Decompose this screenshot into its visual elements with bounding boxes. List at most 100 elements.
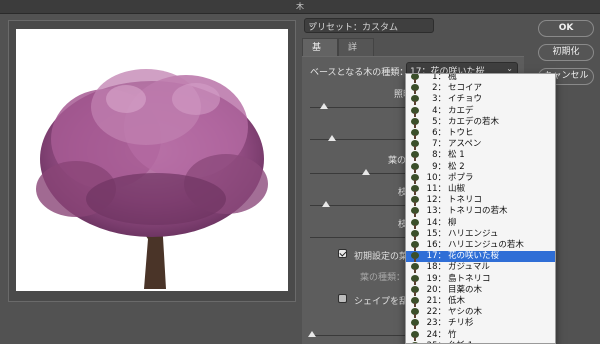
tree-thumbnail-icon xyxy=(410,117,420,128)
tree-type-option[interactable]: 17： 花の咲いた桜 xyxy=(406,251,555,263)
tree-type-number: 9： xyxy=(432,161,446,172)
tree-type-number: 19： xyxy=(426,273,446,284)
tree-type-name: 松 1 xyxy=(448,150,465,161)
tree-thumbnail-icon xyxy=(410,229,420,240)
tree-type-option[interactable]: 1：楓 xyxy=(406,73,555,83)
tree-type-name: カエデの若木 xyxy=(448,116,500,127)
tree-type-option[interactable]: 10： ポプラ xyxy=(406,172,555,184)
slider-thumb-4[interactable] xyxy=(322,201,330,207)
tree-type-number: 22： xyxy=(426,307,446,318)
tree-type-number: 24： xyxy=(426,329,446,340)
tree-preview xyxy=(16,29,288,291)
chevron-down-icon: ⌄ xyxy=(506,64,513,73)
tree-type-number: 21： xyxy=(426,296,446,306)
tree-type-name: 柳 xyxy=(448,217,457,228)
tree-type-number: 14： xyxy=(426,217,446,228)
tree-type-number: 5： xyxy=(432,116,446,127)
tree-type-name: トネリコの若木 xyxy=(448,206,508,217)
slider-thumb-1[interactable] xyxy=(320,103,328,109)
tree-type-option[interactable]: 20： 目薬の木 xyxy=(406,284,555,296)
tree-type-number: 23： xyxy=(426,318,446,329)
randomize-checkbox[interactable] xyxy=(338,294,347,303)
tree-type-option[interactable]: 14：柳 xyxy=(406,217,555,229)
tree-type-number: 12： xyxy=(426,195,446,206)
tree-thumbnail-icon xyxy=(410,74,420,83)
slider-thumb-2[interactable] xyxy=(328,135,336,141)
slider-thumb-3[interactable] xyxy=(362,169,370,175)
tree-thumbnail-icon xyxy=(410,173,420,184)
tree-type-option[interactable]: 18： ガジュマル xyxy=(406,262,555,274)
tree-type-name: 竹 xyxy=(448,329,457,340)
tree-type-number: 17： xyxy=(426,251,446,262)
window-title: 木 xyxy=(0,0,600,14)
tree-type-option[interactable]: 9：松 2 xyxy=(406,161,555,173)
tree-thumbnail-icon xyxy=(410,274,420,285)
tree-type-option[interactable]: 19： 島トネリコ xyxy=(406,273,555,285)
tree-type-option[interactable]: 4： カエデ xyxy=(406,105,555,117)
tree-thumbnail-icon xyxy=(410,95,420,106)
tree-type-option[interactable]: 3： イチョウ xyxy=(406,94,555,106)
tree-thumbnail-icon xyxy=(410,263,420,274)
ok-button[interactable]: OK xyxy=(538,20,594,37)
tree-type-option[interactable]: 12： トネリコ xyxy=(406,195,555,207)
tree-thumbnail-icon xyxy=(410,106,420,117)
tree-type-name: 松 2 xyxy=(448,161,465,172)
tree-type-name: 低木 xyxy=(448,296,466,306)
chevron-down-icon: ⌄ xyxy=(308,20,315,29)
tree-thumbnail-icon xyxy=(410,218,420,229)
tree-type-option[interactable]: 16： ハリエンジュの若木 xyxy=(406,240,555,251)
tree-thumbnail-icon xyxy=(410,162,420,173)
tree-thumbnail-icon xyxy=(410,129,420,139)
base-tree-label: ベースとなる木の種類： xyxy=(310,68,409,78)
tree-type-name: 楓 xyxy=(448,73,457,82)
tree-type-option[interactable]: 15： ハリエンジュ xyxy=(406,228,555,240)
tree-type-name: ガジュマル xyxy=(448,262,490,273)
tree-type-option[interactable]: 8：松 1 xyxy=(406,150,555,162)
tree-thumbnail-icon xyxy=(410,185,420,195)
tree-type-option[interactable]: 22： ヤシの木 xyxy=(406,307,555,319)
tree-type-option[interactable]: 5： カエデの若木 xyxy=(406,116,555,128)
tree-type-number: 18： xyxy=(426,262,446,273)
tree-type-option[interactable]: 11： 山椒 xyxy=(406,184,555,195)
tree-type-number: 7： xyxy=(432,139,446,150)
tree-type-option[interactable]: 13： トネリコの若木 xyxy=(406,206,555,218)
tree-type-option[interactable]: 23： チリ杉 xyxy=(406,318,555,330)
tree-type-name: アスペン xyxy=(448,139,482,150)
tree-thumbnail-icon xyxy=(410,151,420,162)
tree-type-option[interactable]: 6： トウヒ xyxy=(406,128,555,139)
tree-type-number: 4： xyxy=(432,105,446,116)
tree-type-option[interactable]: 21： 低木 xyxy=(406,296,555,307)
preset-dropdown[interactable]: プリセット：カスタム ⌄ xyxy=(304,18,434,33)
tree-type-name: 目薬の木 xyxy=(448,284,483,295)
slider-track-6 xyxy=(310,335,406,336)
tree-thumbnail-icon xyxy=(410,241,420,251)
tree-type-number: 2： xyxy=(432,83,446,94)
tab-basic[interactable]: 基本 xyxy=(302,38,338,71)
tree-thumbnail-icon xyxy=(410,319,420,330)
slider-track-5 xyxy=(310,237,406,238)
tree-type-name: 花の咲いた桜 xyxy=(448,251,500,262)
tree-type-name: ハリエンジュの若木 xyxy=(448,240,524,250)
tab-advanced[interactable]: 詳細 xyxy=(338,38,374,71)
tree-type-number: 15： xyxy=(426,228,446,239)
slider-thumb-6[interactable] xyxy=(308,331,316,337)
tree-type-name: トネリコ xyxy=(448,195,483,206)
tree-type-number: 6： xyxy=(432,128,446,138)
tree-type-name: イチョウ xyxy=(448,94,483,105)
tree-thumbnail-icon xyxy=(410,140,420,151)
tree-type-name: ハリエンジュ xyxy=(448,228,499,239)
tree-thumbnail-icon xyxy=(410,297,420,307)
tree-type-option[interactable]: 24：竹 xyxy=(406,329,555,341)
tree-type-list[interactable]: 1：楓 2： セコイア 3： イチョウ 4： カエデ 5： カエデの若木 6： トウヒ 7： アスペン 8… xyxy=(405,73,556,344)
tree-type-number: 13： xyxy=(426,206,446,217)
tree-type-number: 3： xyxy=(432,94,446,105)
tree-type-number: 8： xyxy=(432,150,446,161)
tree-type-number: 10： xyxy=(426,172,446,183)
initial-leaves-checkbox[interactable] xyxy=(338,249,347,258)
tree-type-option[interactable]: 2： セコイア xyxy=(406,83,555,95)
tree-thumbnail-icon xyxy=(410,308,420,319)
tree-type-option[interactable]: 7： アスペン xyxy=(406,139,555,151)
initial-leaves-label: 初期設定の葉 xyxy=(354,252,409,262)
reset-button[interactable]: 初期化 xyxy=(538,44,594,61)
leaf-type-label: 葉の種類： xyxy=(360,273,406,283)
